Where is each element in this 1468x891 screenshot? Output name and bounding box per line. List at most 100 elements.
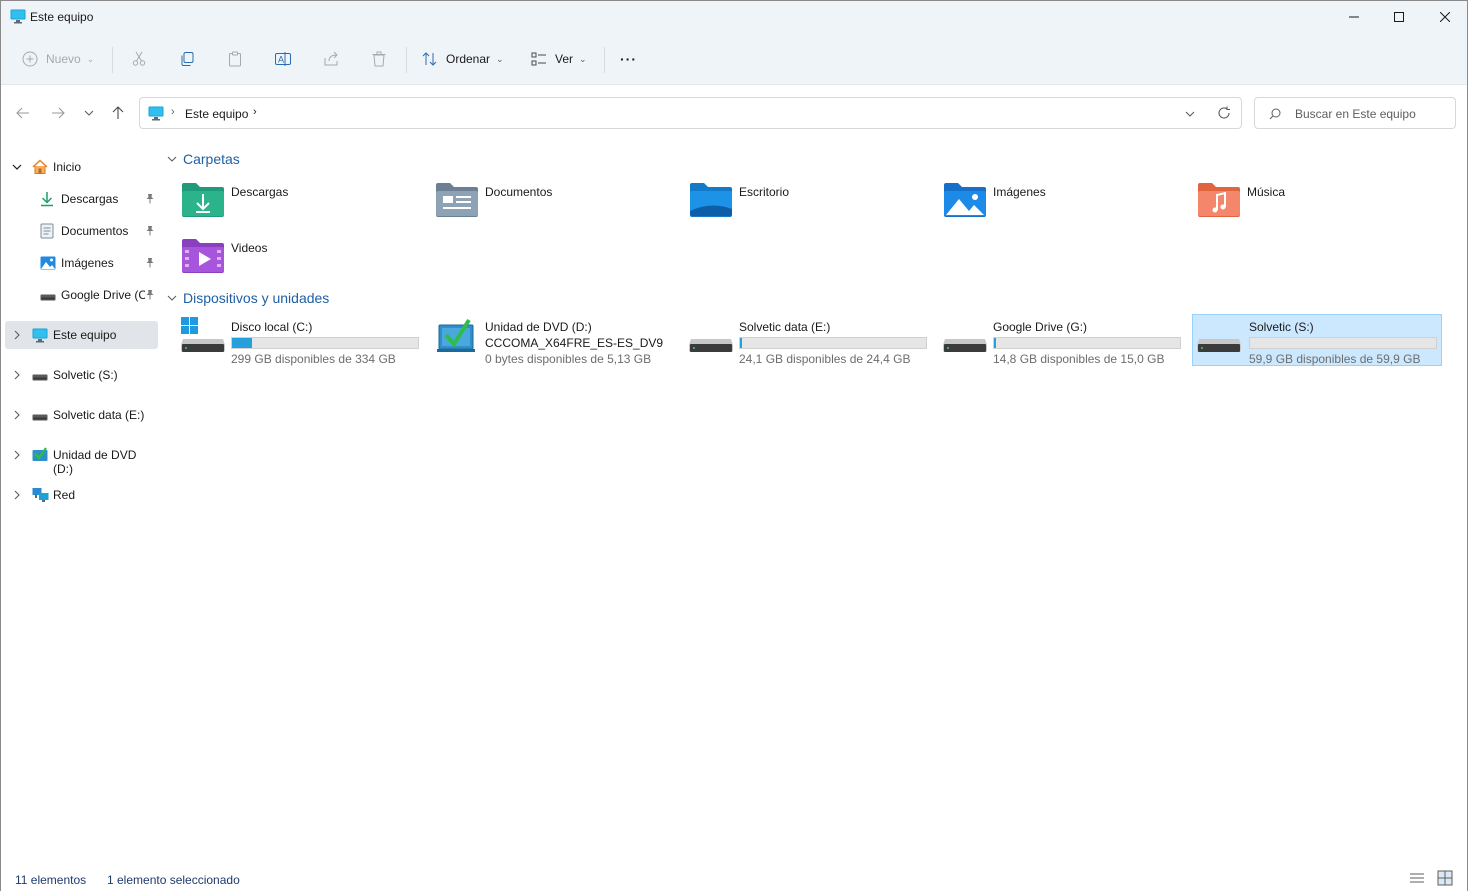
drive-icon [40, 291, 56, 305]
drive-item[interactable]: Disco local (C:) 299 GB disponibles de 3… [181, 317, 431, 369]
folder-item[interactable]: Documentos [435, 181, 685, 225]
drive-usage-fill [994, 338, 997, 348]
chevron-right-icon[interactable] [11, 369, 23, 381]
pin-icon[interactable] [145, 289, 155, 303]
sort-icon [422, 52, 437, 66]
sidebar-item-inicio[interactable]: Inicio [5, 153, 157, 181]
folder-item[interactable]: Descargas [181, 181, 431, 225]
chevron-down-icon: ⌄ [496, 53, 504, 64]
computer-icon [32, 328, 48, 346]
search-box[interactable]: Buscar en Este equipo [1254, 97, 1456, 129]
breadcrumb-item[interactable]: Este equipo [185, 107, 248, 121]
sidebar-item-dvd-d[interactable]: Unidad de DVD (D:) [5, 441, 157, 476]
delete-button[interactable] [371, 45, 387, 73]
arrow-up-icon [112, 106, 124, 119]
sort-label: Ordenar [446, 52, 491, 66]
back-button[interactable] [13, 103, 33, 123]
search-icon [1269, 108, 1281, 123]
chevron-right-icon[interactable] [11, 449, 23, 461]
view-button[interactable]: Ver ⌄ [531, 45, 587, 73]
music-folder-icon [1197, 181, 1241, 220]
pin-icon[interactable] [145, 257, 155, 271]
sidebar-item-documentos[interactable]: Documentos [5, 217, 157, 245]
folder-item[interactable]: Imágenes [943, 181, 1193, 225]
new-button[interactable]: Nuevo ⌄ [22, 45, 94, 73]
sort-button[interactable]: Ordenar ⌄ [422, 45, 504, 73]
drive-volume-label: CCCOMA_X64FRE_ES-ES_DV9 [485, 336, 664, 350]
chevron-right-icon[interactable] [11, 489, 23, 501]
details-view-button[interactable] [1409, 871, 1425, 888]
cut-button[interactable] [131, 45, 147, 73]
selection-count: 1 elemento seleccionado [107, 873, 240, 887]
drive-item[interactable]: Google Drive (G:) 14,8 GB disponibles de… [943, 317, 1193, 369]
rename-button[interactable]: A [275, 45, 291, 73]
sidebar-item-imagenes[interactable]: Imágenes [5, 249, 157, 277]
computer-icon [148, 106, 164, 124]
drive-free-space: 24,1 GB disponibles de 24,4 GB [739, 352, 911, 366]
chevron-down-icon[interactable] [11, 161, 23, 173]
scissors-icon [132, 51, 146, 66]
sidebar-item-solvetic-s[interactable]: Solvetic (S:) [5, 361, 157, 389]
drive-item[interactable]: Unidad de DVD (D:) CCCOMA_X64FRE_ES-ES_D… [435, 317, 685, 369]
arrow-right-icon [52, 107, 65, 119]
pin-icon[interactable] [145, 193, 155, 207]
network-icon [32, 487, 49, 506]
drive-item[interactable]: Solvetic data (E:) 24,1 GB disponibles d… [689, 317, 939, 369]
drive-icon [32, 371, 48, 385]
sidebar-item-este-equipo[interactable]: Este equipo [5, 321, 158, 349]
share-button[interactable] [323, 45, 339, 73]
recent-locations-button[interactable] [79, 103, 99, 123]
folder-name: Documentos [485, 185, 553, 199]
clipboard-icon [229, 51, 241, 67]
chevron-right-icon[interactable] [11, 409, 23, 421]
sidebar-item-label: Este equipo [53, 328, 117, 342]
copy-icon [181, 52, 194, 66]
group-header-folders[interactable]: Carpetas [167, 151, 240, 167]
large-icons-view-button[interactable] [1437, 870, 1453, 889]
more-options-button[interactable]: ··· [620, 45, 637, 73]
group-header-devices[interactable]: Dispositivos y unidades [167, 290, 329, 306]
sidebar-item-label: Imágenes [61, 256, 114, 270]
explorer-window: Este equipo Nuevo ⌄ A Ordenar ⌄ Ver ⌄ ··… [0, 0, 1468, 891]
address-history-button[interactable] [1185, 108, 1195, 122]
folder-name: Música [1247, 185, 1286, 199]
forward-button[interactable] [48, 103, 68, 123]
maximize-button[interactable] [1376, 1, 1422, 33]
paste-button[interactable] [227, 45, 243, 73]
group-title: Carpetas [183, 151, 240, 167]
close-icon [1440, 12, 1450, 22]
copy-button[interactable] [179, 45, 195, 73]
sidebar-item-solvetic-data-e[interactable]: Solvetic data (E:) [5, 401, 157, 429]
tiles-view-icon [1437, 870, 1453, 886]
chevron-down-icon [167, 295, 177, 301]
sidebar-item-label: Documentos [61, 224, 129, 238]
refresh-button[interactable] [1217, 106, 1231, 123]
sidebar-item-google-drive[interactable]: Google Drive (C [5, 281, 157, 309]
folder-name: Videos [231, 241, 268, 255]
folder-item[interactable]: Videos [181, 237, 431, 281]
drive-item-selected[interactable]: Solvetic (S:) 59,9 GB disponibles de 59,… [1192, 314, 1442, 366]
sidebar-item-red[interactable]: Red [5, 481, 157, 509]
view-list-icon [531, 52, 546, 66]
document-icon [40, 223, 54, 242]
drive-name: Disco local (C:) [231, 320, 313, 334]
drive-usage-bar [739, 337, 927, 349]
sidebar-item-label: Inicio [53, 160, 82, 174]
folder-item[interactable]: Escritorio [689, 181, 939, 225]
navigation-row: › Este equipo › Buscar en Este equipo [1, 85, 1467, 141]
dvd-install-icon [435, 317, 479, 356]
folder-name: Escritorio [739, 185, 790, 199]
up-button[interactable] [108, 103, 128, 123]
breadcrumb-chevron-icon[interactable]: › [253, 106, 257, 118]
search-placeholder: Buscar en Este equipo [1295, 107, 1416, 121]
address-bar[interactable]: › Este equipo › [139, 97, 1242, 129]
chevron-down-icon [84, 110, 94, 116]
minimize-button[interactable] [1331, 1, 1377, 33]
share-icon [324, 51, 338, 66]
folder-item[interactable]: Música [1197, 181, 1447, 225]
pin-icon[interactable] [145, 225, 155, 239]
chevron-right-icon[interactable] [11, 329, 23, 341]
drive-icon [32, 411, 48, 425]
close-button[interactable] [1422, 1, 1468, 33]
sidebar-item-descargas[interactable]: Descargas [5, 185, 157, 213]
